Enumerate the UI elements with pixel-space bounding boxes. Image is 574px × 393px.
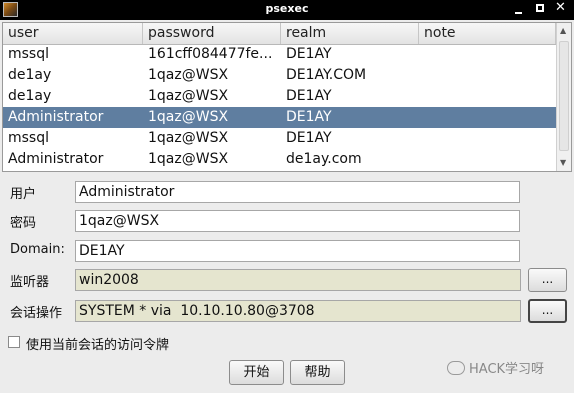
title-bar: psexec ✕ [0,0,574,20]
column-header-password[interactable]: password [143,23,281,44]
table-row-selected[interactable]: Administrator 1qaz@WSX DE1AY [3,107,556,128]
cell-realm: DE1AY [286,46,332,62]
cell-user: mssql [8,46,50,62]
column-header-realm[interactable]: realm [281,23,419,44]
use-token-label[interactable]: 使用当前会话的访问令牌 [26,334,169,353]
cell-note [419,128,556,149]
watermark-text: HACK学习呀 [469,362,545,377]
cell-realm: DE1AY [286,88,332,104]
user-label: 用户 [10,187,37,202]
start-button[interactable]: 开始 [229,360,284,385]
cell-user: de1ay [8,88,52,104]
cell-password: 1qaz@WSX [148,109,229,125]
window-title: psexec [265,2,309,15]
table-header: user password realm note [3,23,556,45]
maximize-icon [536,4,544,12]
watermark: HACK学习呀 [447,358,544,377]
cell-user: mssql [8,130,50,146]
close-icon: ✕ [555,0,566,15]
cell-realm: DE1AY [286,109,332,125]
table-row[interactable]: de1ay 1qaz@WSX DE1AY.COM [3,65,556,86]
session-label: 会话操作 [10,306,63,321]
use-token-checkbox[interactable] [8,336,20,348]
cell-password: 1qaz@WSX [148,130,229,146]
domain-field[interactable] [75,240,520,262]
cell-user: de1ay [8,67,52,83]
cell-password: 1qaz@WSX [148,151,229,167]
listener-label: 监听器 [10,275,50,290]
choose-listener-button[interactable]: ... [528,268,567,292]
table-row[interactable]: mssql 161cff084477fe... DE1AY [3,44,556,65]
cell-user: Administrator [8,109,104,125]
password-field[interactable] [75,210,520,232]
listener-field[interactable] [75,269,521,291]
minimize-button[interactable] [513,3,525,15]
cell-note [419,44,556,65]
cell-password: 161cff084477fe... [148,46,273,62]
close-button[interactable]: ✕ [555,0,567,15]
table-row[interactable]: mssql 1qaz@WSX DE1AY [3,128,556,149]
domain-label: Domain: [10,242,65,257]
cell-realm: DE1AY.COM [286,67,367,83]
table-scrollbar[interactable]: ▲ ▼ [556,23,571,171]
table-row[interactable]: Administrator 1qaz@WSX de1ay.com [3,149,556,170]
scroll-down-arrow-icon[interactable]: ▼ [560,158,566,168]
wechat-logo-icon [447,361,465,375]
user-field[interactable] [75,181,520,203]
cell-note [419,107,556,128]
cell-password: 1qaz@WSX [148,88,229,104]
scroll-up-arrow-icon[interactable]: ▲ [560,26,566,36]
table-row[interactable]: de1ay 1qaz@WSX DE1AY [3,86,556,107]
cell-note [419,86,556,107]
password-label: 密码 [10,216,37,231]
help-button[interactable]: 帮助 [290,360,345,385]
column-header-user[interactable]: user [3,23,143,44]
credentials-table[interactable]: user password realm note mssql 161cff084… [2,22,572,172]
scrollbar-thumb[interactable] [559,41,569,151]
cell-password: 1qaz@WSX [148,67,229,83]
cell-realm: DE1AY [286,130,332,146]
session-field[interactable] [75,300,521,322]
column-header-note[interactable]: note [419,23,556,44]
cell-realm: de1ay.com [286,151,362,167]
cell-note [419,149,556,170]
minimize-icon [515,12,522,14]
cell-user: Administrator [8,151,104,167]
maximize-button[interactable] [535,3,547,15]
choose-session-button[interactable]: ... [528,299,567,323]
cell-note [419,65,556,86]
